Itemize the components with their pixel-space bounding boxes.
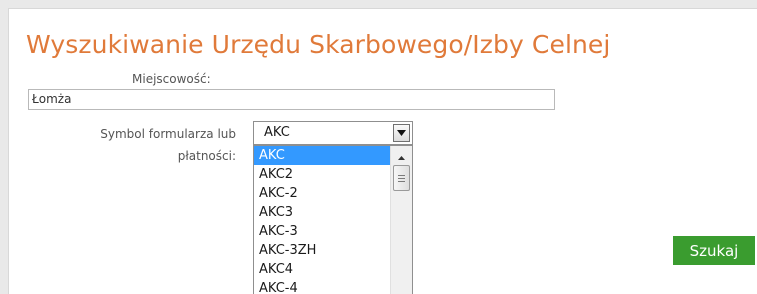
dropdown-option[interactable]: AKC-4 xyxy=(254,279,390,294)
scroll-grip-icon xyxy=(398,181,405,182)
dropdown-option[interactable]: AKC2 xyxy=(254,165,390,184)
symbol-select[interactable]: AKC xyxy=(253,121,413,145)
city-input[interactable]: Łomża xyxy=(28,89,555,110)
dropdown-scrollbar[interactable] xyxy=(390,146,412,294)
symbol-label: Symbol formularza lub płatności: xyxy=(100,127,236,163)
dropdown-option[interactable]: AKC xyxy=(254,146,390,165)
dropdown-option[interactable]: AKC4 xyxy=(254,260,390,279)
dropdown-option[interactable]: AKC-3ZH xyxy=(254,241,390,260)
arrow-up-icon[interactable] xyxy=(393,150,410,164)
scroll-grip-icon xyxy=(398,178,405,179)
scroll-thumb[interactable] xyxy=(393,165,410,191)
dropdown-option[interactable]: AKC-2 xyxy=(254,184,390,203)
symbol-dropdown-list[interactable]: AKC AKC2 AKC-2 AKC3 AKC-3 AKC-3ZH AKC4 AKC-4 xyxy=(253,145,413,294)
search-button[interactable]: Szukaj xyxy=(673,236,755,265)
dropdown-option[interactable]: AKC-3 xyxy=(254,222,390,241)
symbol-select-value: AKC xyxy=(264,125,290,140)
page-title: Wyszukiwanie Urzędu Skarbowego/Izby Celn… xyxy=(26,30,611,59)
dropdown-option[interactable]: AKC3 xyxy=(254,203,390,222)
option-list: AKC AKC2 AKC-2 AKC3 AKC-3 AKC-3ZH AKC4 AKC-4 xyxy=(254,146,390,294)
city-label: Miejscowość: xyxy=(132,72,211,86)
chevron-down-icon[interactable] xyxy=(393,124,410,142)
scroll-grip-icon xyxy=(398,175,405,176)
